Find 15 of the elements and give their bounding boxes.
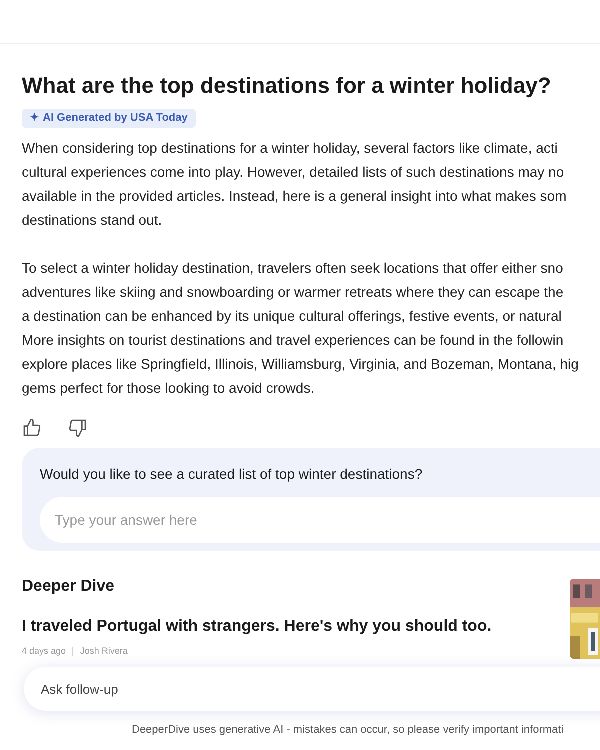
prompt-question: Would you like to see a curated list of top winter destinations?	[40, 465, 424, 484]
ai-badge: ✦ AI Generated by USA Today	[22, 109, 196, 128]
article-title[interactable]: I traveled Portugal with strangers. Here's why you should too.	[22, 615, 570, 640]
answer-paragraph: To select a winter holiday destination, travelers often seek locations that offer either sno adventures like skiing and snowboarding or warmer retreats where they can escape the a destination can be enhanced by its unique cultural offerings, festive events, or natural More insights on tourist destinations and travel experiences can be found in the followin explore places like Springfield, Illinois, Williamsburg, Virginia, and Bozeman, Montana, hig gems perfect for those looking to avoid crowds.	[22, 259, 580, 398]
thumbs-up-icon[interactable]	[22, 418, 42, 438]
thumbs-down-icon[interactable]	[68, 418, 88, 438]
section-heading: Deeper Dive	[22, 577, 116, 598]
article-age: 4 days ago	[22, 645, 66, 658]
meta-separator: |	[72, 645, 74, 658]
article-author: Josh Rivera	[80, 645, 128, 658]
answer-field[interactable]: Type your answer here	[40, 497, 600, 544]
disclaimer-text: DeeperDive uses generative AI - mistakes can occur, so please verify important informati	[132, 723, 564, 738]
question-heading: What are the top destinations for a winter holiday?	[22, 72, 552, 100]
answer-paragraph: When considering top destinations for a winter holiday, several factors like climate, acti cultural experiences come into play. However, detailed lists of such destinations may no available in the provided articles. Instead, here is a general insight into what makes som destinations stand out.	[22, 139, 568, 230]
follow-up-field[interactable]: Ask follow-up	[24, 667, 600, 711]
